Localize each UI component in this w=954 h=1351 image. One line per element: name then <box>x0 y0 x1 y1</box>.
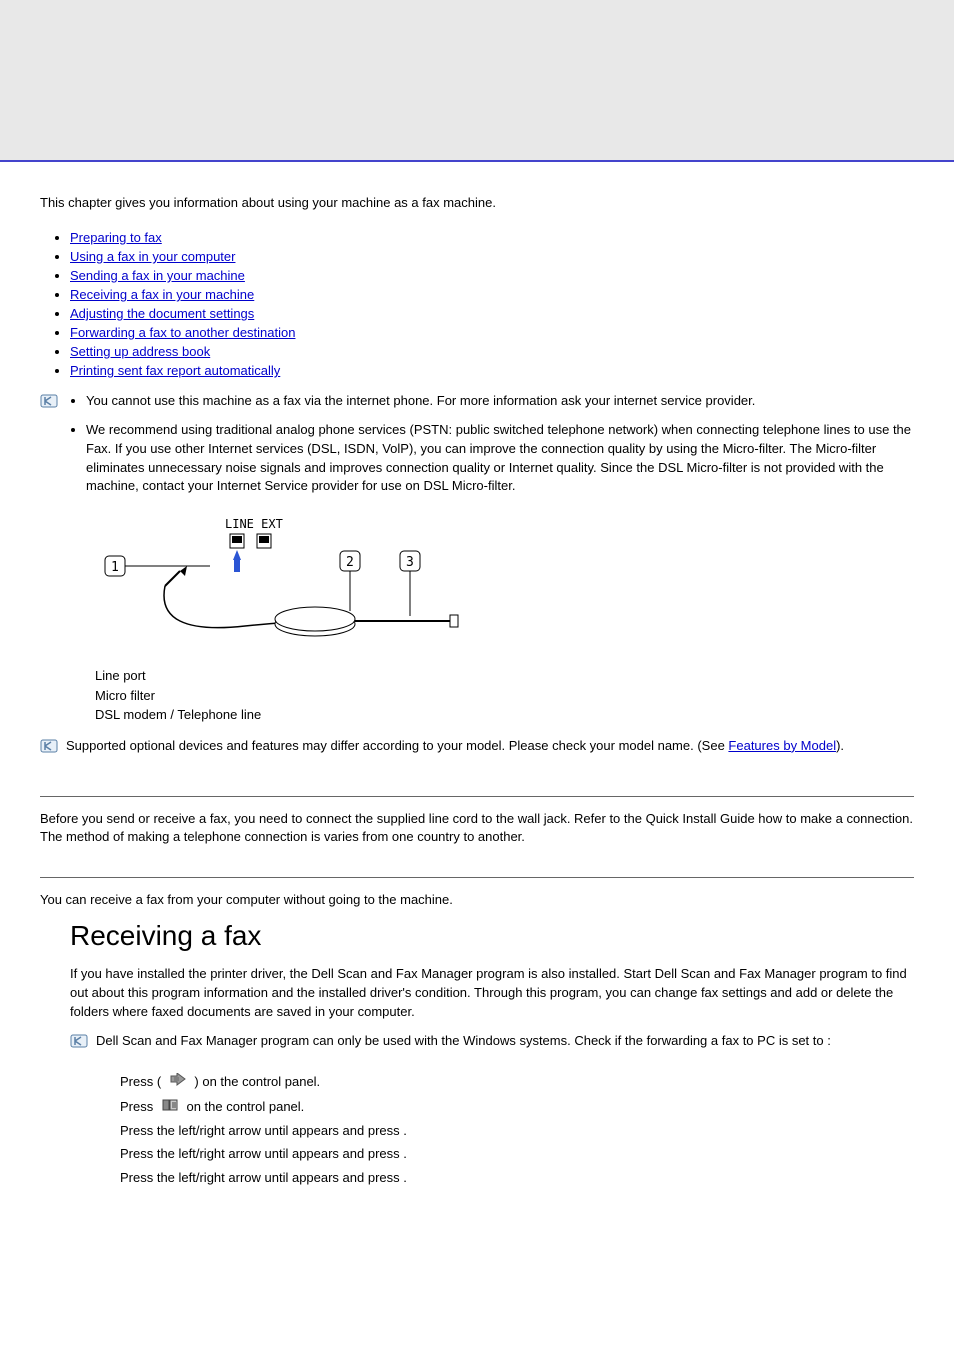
note-micro-filter: We recommend using traditional analog ph… <box>86 421 914 496</box>
step-1: Press ( ) on the control panel. <box>120 1070 914 1094</box>
receiving-fax-paragraph: If you have installed the printer driver… <box>70 965 914 1022</box>
note-features-by-model: Supported optional devices and features … <box>66 737 844 756</box>
menu-icon <box>161 1096 179 1119</box>
header-bar <box>0 0 954 162</box>
svg-text:3: 3 <box>406 555 414 570</box>
note-block-3: Dell Scan and Fax Manager program can on… <box>70 1032 914 1061</box>
line-diagram: LINE EXT 1 2 3 <box>95 516 914 656</box>
note-icon <box>40 739 58 753</box>
heading-receiving-a-fax: Receiving a fax <box>70 920 914 952</box>
note-internet-phone: You cannot use this machine as a fax via… <box>86 392 914 411</box>
note-block-2: Supported optional devices and features … <box>40 737 914 766</box>
label-line-ext: LINE EXT <box>225 517 283 531</box>
step-4: Press the left/right arrow until appears… <box>120 1142 914 1165</box>
note-windows-only: Dell Scan and Fax Manager program can on… <box>96 1032 831 1051</box>
fax-icon <box>169 1071 187 1094</box>
toc-link-addressbook[interactable]: Setting up address book <box>70 344 210 359</box>
svg-text:1: 1 <box>111 560 119 575</box>
section-divider <box>40 796 914 797</box>
toc-link-using-computer[interactable]: Using a fax in your computer <box>70 249 235 264</box>
note-list-1: You cannot use this machine as a fax via… <box>66 392 914 506</box>
svg-text:2: 2 <box>346 555 354 570</box>
toc-link-receiving[interactable]: Receiving a fax in your machine <box>70 287 254 302</box>
legend-micro-filter: Micro filter <box>95 686 914 706</box>
step-2: Press on the control panel. <box>120 1095 914 1119</box>
steps-list: Press ( ) on the control panel. Press <box>120 1070 914 1189</box>
toc-link-sending[interactable]: Sending a fax in your machine <box>70 268 245 283</box>
section-preparing-text: Before you send or receive a fax, you ne… <box>40 810 914 848</box>
legend-dsl-modem: DSL modem / Telephone line <box>95 705 914 725</box>
toc-link-preparing[interactable]: Preparing to fax <box>70 230 162 245</box>
note-icon <box>40 394 58 408</box>
legend-line-port: Line port <box>95 666 914 686</box>
toc-link-forwarding[interactable]: Forwarding a fax to another destination <box>70 325 295 340</box>
chapter-intro: This chapter gives you information about… <box>40 195 914 210</box>
toc-link-adjusting[interactable]: Adjusting the document settings <box>70 306 254 321</box>
step-5: Press the left/right arrow until appears… <box>120 1166 914 1189</box>
main-content: This chapter gives you information about… <box>0 162 954 1229</box>
table-of-contents: Preparing to fax Using a fax in your com… <box>40 230 914 378</box>
note-block-1: You cannot use this machine as a fax via… <box>40 392 914 506</box>
section-using-computer-intro: You can receive a fax from your computer… <box>40 891 914 910</box>
note-icon <box>70 1034 88 1048</box>
section-divider <box>40 877 914 878</box>
diagram-legend: Line port Micro filter DSL modem / Telep… <box>95 666 914 725</box>
link-features-by-model[interactable]: Features by Model <box>728 738 836 753</box>
toc-link-printreport[interactable]: Printing sent fax report automatically <box>70 363 280 378</box>
step-3: Press the left/right arrow until appears… <box>120 1119 914 1142</box>
